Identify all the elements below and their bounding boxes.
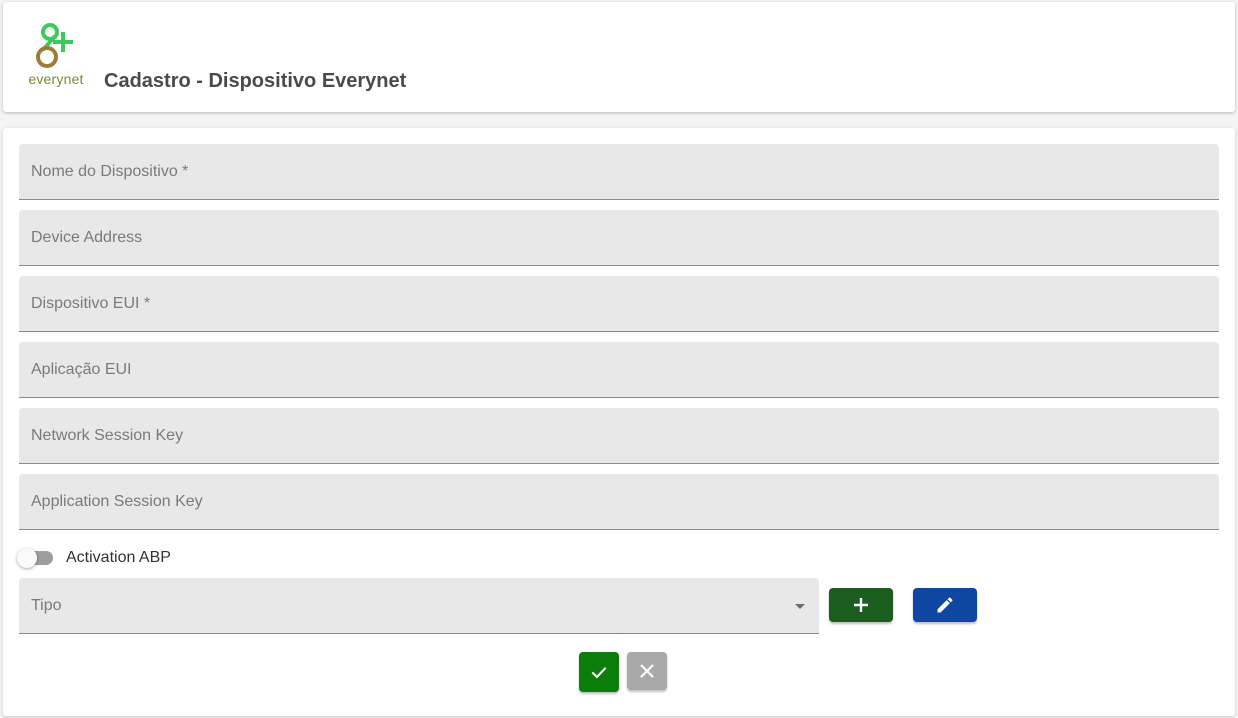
check-icon xyxy=(591,667,607,679)
toggle-thumb[interactable] xyxy=(17,548,37,568)
form-card: Activation ABP Tipo xyxy=(3,128,1235,716)
activation-abp-label: Activation ABP xyxy=(66,549,171,566)
tipo-select-label: Tipo xyxy=(31,596,62,614)
activation-abp-row: Activation ABP xyxy=(17,546,171,570)
activation-abp-toggle[interactable] xyxy=(17,546,57,570)
network-session-key-field[interactable] xyxy=(19,408,1219,464)
pencil-icon xyxy=(937,597,953,613)
application-eui-input[interactable] xyxy=(19,342,1219,397)
page-title: Cadastro - Dispositivo Everynet xyxy=(104,70,407,92)
dropdown-arrow-icon[interactable] xyxy=(795,604,805,609)
cancel-button[interactable] xyxy=(627,652,667,690)
device-address-input[interactable] xyxy=(19,210,1219,265)
application-session-key-input[interactable] xyxy=(19,474,1219,529)
close-icon xyxy=(640,664,654,678)
network-session-key-input[interactable] xyxy=(19,408,1219,463)
tipo-select[interactable]: Tipo xyxy=(19,578,819,634)
device-name-field[interactable] xyxy=(19,144,1219,200)
device-eui-input[interactable] xyxy=(19,276,1219,331)
application-session-key-field[interactable] xyxy=(19,474,1219,530)
application-eui-field[interactable] xyxy=(19,342,1219,398)
everynet-logo: everynet xyxy=(23,18,89,90)
add-tipo-button[interactable] xyxy=(829,588,893,622)
device-address-field[interactable] xyxy=(19,210,1219,266)
everynet-logo-icon xyxy=(36,23,73,68)
plus-icon xyxy=(854,598,868,612)
confirm-button[interactable] xyxy=(579,652,619,692)
logo-text: everynet xyxy=(28,71,84,87)
edit-tipo-button[interactable] xyxy=(913,588,977,622)
device-name-input[interactable] xyxy=(19,144,1219,199)
header-card: everynet Cadastro - Dispositivo Everynet xyxy=(3,2,1235,112)
device-eui-field[interactable] xyxy=(19,276,1219,332)
